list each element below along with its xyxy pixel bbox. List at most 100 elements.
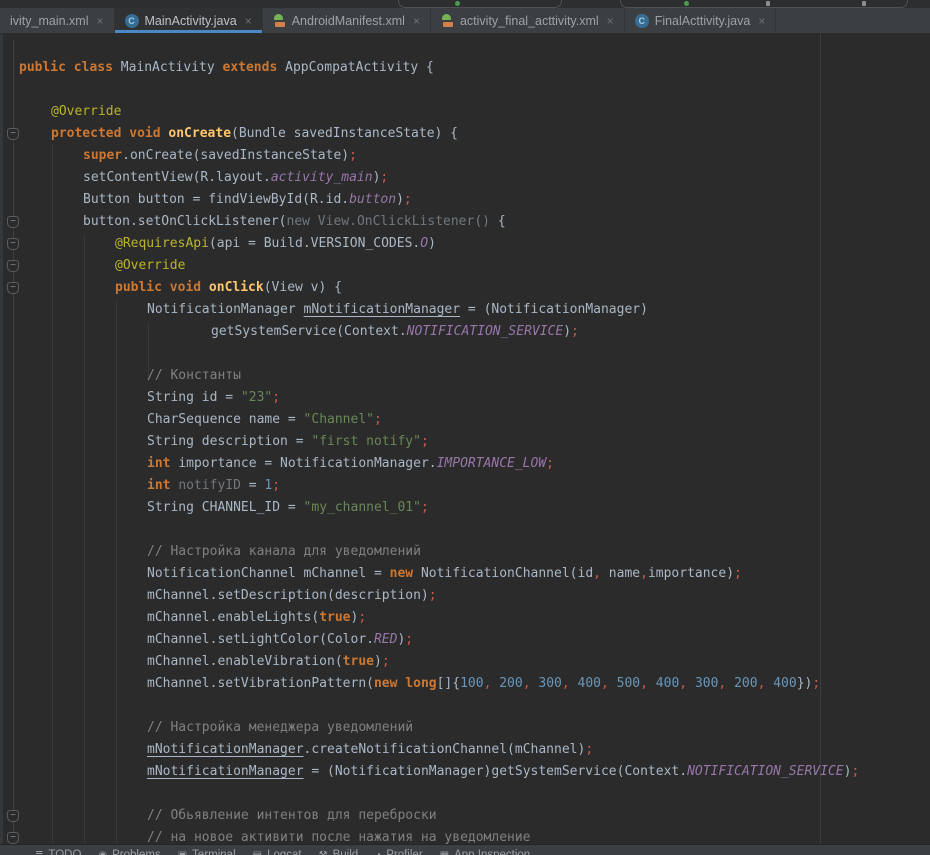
close-tab-icon[interactable]: × — [97, 14, 104, 28]
code-token: O — [420, 236, 428, 251]
fold-collapse-icon[interactable]: − — [7, 282, 19, 294]
code-token: ; — [380, 170, 388, 185]
code-token: importance = NotificationManager. — [178, 456, 436, 471]
code-line-10[interactable]: public void onClick(View v) { — [0, 277, 930, 299]
tab-label: MainActivity.java — [145, 14, 237, 28]
code-line-12[interactable]: getSystemService(Context.NOTIFICATION_SE… — [0, 321, 930, 343]
code-token: , — [718, 676, 734, 691]
code-line-14[interactable]: // Константы — [0, 365, 930, 387]
tool-window-button-label: Build — [333, 849, 359, 855]
fold-collapse-icon[interactable]: − — [7, 832, 19, 844]
code-token: int — [147, 478, 178, 493]
code-line-4[interactable]: super.onCreate(savedInstanceState); — [0, 145, 930, 167]
code-line-15[interactable]: String id = "23"; — [0, 387, 930, 409]
code-token: int — [147, 456, 178, 471]
code-token: (View v) { — [264, 280, 342, 295]
code-line-35[interactable]: // на новое активити после нажатия на ув… — [0, 827, 930, 844]
tool-window-button-logcat[interactable]: ▤Logcat — [253, 849, 302, 855]
tool-window-button-profiler[interactable]: ◔Profiler — [375, 849, 422, 855]
close-tab-icon[interactable]: × — [758, 14, 765, 28]
code-token: ; — [546, 456, 554, 471]
code-token: , — [758, 676, 774, 691]
close-tab-icon[interactable]: × — [607, 14, 614, 28]
tool-window-button-build[interactable]: ⚒Build — [319, 849, 359, 855]
code-line-5[interactable]: setContentView(R.layout.activity_main); — [0, 167, 930, 189]
code-line-8[interactable]: @RequiresApi(api = Build.VERSION_CODES.O… — [0, 233, 930, 255]
code-token: }) — [797, 676, 813, 691]
code-token: 400 — [656, 676, 679, 691]
code-token: MainActivity — [121, 60, 223, 75]
code-line-2[interactable]: @Override — [0, 101, 930, 123]
code-line-30[interactable]: // Настройка менеджера уведомлений — [0, 717, 930, 739]
code-line-23[interactable]: NotificationChannel mChannel = new Notif… — [0, 563, 930, 585]
code-line-11[interactable]: NotificationManager mNotificationManager… — [0, 299, 930, 321]
code-token: ; — [585, 742, 593, 757]
tool-window-button-terminal[interactable]: ▣Terminal — [178, 849, 236, 855]
code-line-24[interactable]: mChannel.setDescription(description); — [0, 585, 930, 607]
code-line-21[interactable] — [0, 519, 930, 541]
code-line-27[interactable]: mChannel.enableVibration(true); — [0, 651, 930, 673]
tab-ivity-main-xml[interactable]: ivity_main.xml× — [0, 8, 115, 33]
fold-collapse-icon[interactable]: − — [7, 238, 19, 250]
code-editor[interactable]: public class MainActivity extends AppCom… — [0, 34, 930, 844]
main-toolbar-remnant — [0, 0, 930, 8]
code-line-16[interactable]: CharSequence name = "Channel"; — [0, 409, 930, 431]
code-token: Button button = findViewById(R.id. — [83, 192, 349, 207]
tool-window-button-label: Logcat — [267, 849, 302, 855]
code-line-6[interactable]: Button button = findViewById(R.id.button… — [0, 189, 930, 211]
close-tab-icon[interactable]: × — [245, 14, 252, 28]
tool-window-button-app-inspection[interactable]: ▦App Inspection — [440, 849, 531, 855]
code-token: , — [593, 566, 601, 581]
code-token: ; — [374, 412, 382, 427]
code-token: // Обьявление интентов для переброски — [147, 808, 437, 823]
code-token: ; — [851, 764, 859, 779]
code-token: IMPORTANCE_LOW — [437, 456, 547, 471]
code-token: "my_channel_01" — [304, 500, 421, 515]
code-token: "Channel" — [304, 412, 374, 427]
code-line-25[interactable]: mChannel.enableLights(true); — [0, 607, 930, 629]
code-line-32[interactable]: mNotificationManager = (NotificationMana… — [0, 761, 930, 783]
code-line-18[interactable]: int importance = NotificationManager.IMP… — [0, 453, 930, 475]
code-line-34[interactable]: // Обьявление интентов для переброски — [0, 805, 930, 827]
code-line-19[interactable]: int notifyID = 1; — [0, 475, 930, 497]
code-token: new — [390, 566, 421, 581]
code-line-13[interactable] — [0, 343, 930, 365]
code-token: onCreate — [168, 126, 231, 141]
tab-finalacttivity-java[interactable]: CFinalActtivity.java× — [625, 8, 777, 33]
code-token: button.setOnClickListener( — [83, 214, 287, 229]
tab-activity-final-acttivity-xml[interactable]: activity_final_acttivity.xml× — [431, 8, 625, 33]
code-line-7[interactable]: button.setOnClickListener(new View.OnCli… — [0, 211, 930, 233]
code-line-29[interactable] — [0, 695, 930, 717]
tab-mainactivity-java[interactable]: CMainActivity.java× — [115, 8, 263, 33]
code-token: "23" — [241, 390, 272, 405]
code-line-31[interactable]: mNotificationManager.createNotificationC… — [0, 739, 930, 761]
code-line-3[interactable]: protected void onCreate(Bundle savedInst… — [0, 123, 930, 145]
fold-collapse-icon[interactable]: − — [7, 810, 19, 822]
code-token: 300 — [538, 676, 561, 691]
run-status-dot — [455, 1, 460, 6]
code-token: = (NotificationManager)getSystemService(… — [304, 764, 688, 779]
code-token: 200 — [499, 676, 522, 691]
code-line-20[interactable]: String CHANNEL_ID = "my_channel_01"; — [0, 497, 930, 519]
code-line-9[interactable]: @Override — [0, 255, 930, 277]
code-line-28[interactable]: mChannel.setVibrationPattern(new long[]{… — [0, 673, 930, 695]
fold-collapse-icon[interactable]: − — [7, 260, 19, 272]
fold-collapse-icon[interactable]: − — [7, 216, 19, 228]
code-line-22[interactable]: // Настройка канала для уведомлений — [0, 541, 930, 563]
code-line-1[interactable] — [0, 79, 930, 101]
tool-window-button-label: Profiler — [386, 849, 422, 855]
code-token: 400 — [773, 676, 796, 691]
tab-androidmanifest-xml[interactable]: AndroidManifest.xml× — [263, 8, 431, 33]
code-line-33[interactable] — [0, 783, 930, 805]
tool-window-button-todo[interactable]: ≣TODO — [35, 849, 81, 855]
fold-collapse-icon[interactable]: − — [7, 128, 19, 140]
code-token: NotificationManager — [147, 302, 304, 317]
code-token: getSystemService(Context. — [211, 324, 407, 339]
code-token: mChannel.enableVibration( — [147, 654, 343, 669]
tool-window-button-problems[interactable]: ◉Problems — [98, 849, 160, 855]
code-line-17[interactable]: String description = "first notify"; — [0, 431, 930, 453]
close-tab-icon[interactable]: × — [413, 14, 420, 28]
code-line-26[interactable]: mChannel.setLightColor(Color.RED); — [0, 629, 930, 651]
code-token: mChannel.enableLights( — [147, 610, 319, 625]
code-line-0[interactable]: public class MainActivity extends AppCom… — [0, 57, 930, 79]
